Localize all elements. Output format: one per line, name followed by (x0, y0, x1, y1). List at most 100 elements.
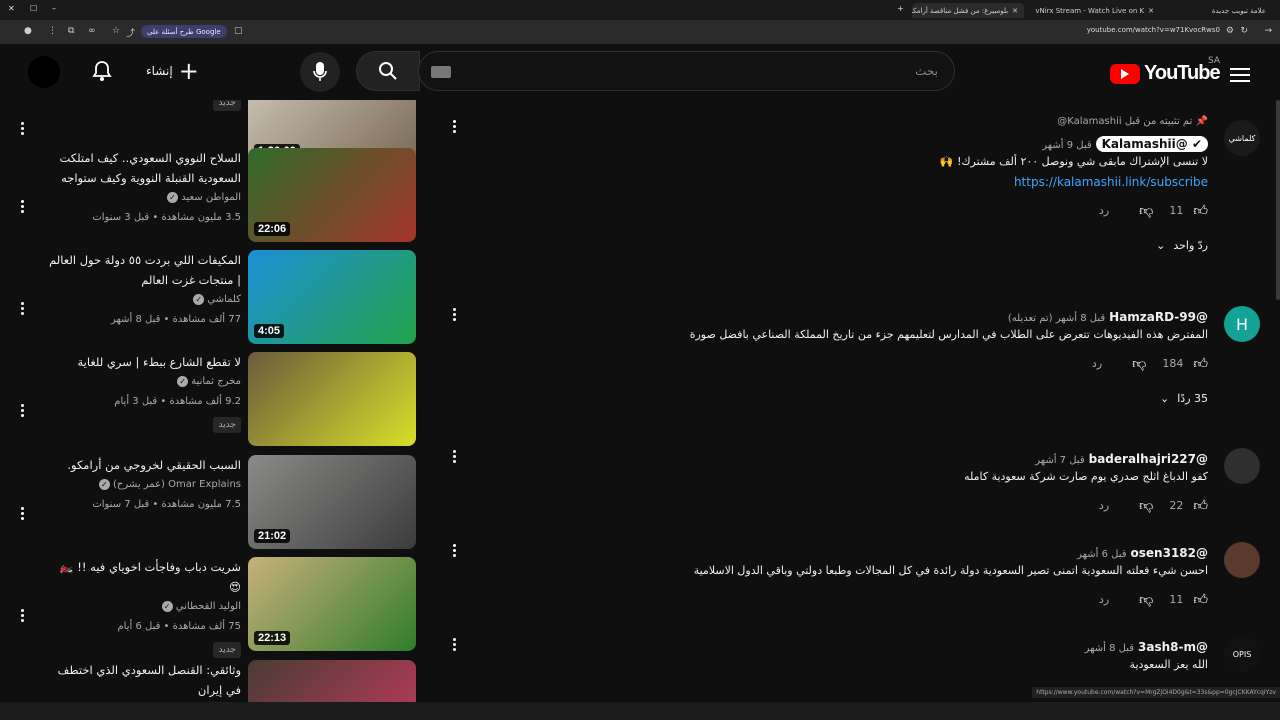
video-title[interactable]: شريت دباب وفاجأت اخوياي فيه !! 🏍️😍 (48, 557, 241, 597)
author-name[interactable]: @osen3182 (1131, 546, 1208, 560)
video-thumbnail[interactable]: 22:13 (248, 557, 416, 651)
like-icon[interactable]: 👍︎ (1193, 591, 1208, 608)
video-thumbnail[interactable]: 4:05 (248, 250, 416, 344)
close-window-icon[interactable]: ✕ (8, 4, 15, 13)
share-icon[interactable]: ⤴ (126, 26, 135, 39)
tab-kick[interactable]: ✕ vNirx Stream - Watch Live on K (1028, 3, 1160, 18)
maximize-window-icon[interactable]: ☐ (30, 4, 37, 13)
reading-icon[interactable]: ∞ (88, 26, 96, 36)
reply-button[interactable]: رد (1099, 593, 1109, 606)
list-item[interactable]: 22:06 السلاح النووي السعودي.. كيف امتلكت … (0, 148, 440, 244)
reply-button[interactable]: رد (1099, 204, 1109, 217)
video-info[interactable]: وثائقي: القنصل السعودي الذي اختطف في إير… (48, 660, 241, 700)
comment-more-icon[interactable] (450, 448, 458, 465)
author-name[interactable]: @baderalhajri227 (1089, 452, 1208, 466)
scrollbar[interactable] (1276, 100, 1280, 300)
commenter-avatar[interactable]: كلماشي (1224, 120, 1260, 156)
more-actions-icon[interactable] (18, 607, 26, 624)
comment-more-icon[interactable] (450, 542, 458, 559)
commenter-avatar[interactable] (1224, 448, 1260, 484)
author-name[interactable]: @3ash8-m (1138, 640, 1208, 654)
video-title[interactable]: المكيفات اللي بردت ٥٥ دولة حول العالم | … (48, 250, 241, 290)
search-button[interactable] (356, 51, 420, 91)
list-item[interactable]: 4:05 المكيفات اللي بردت ٥٥ دولة حول العال… (0, 250, 440, 346)
minimize-window-icon[interactable]: – (52, 4, 56, 13)
video-info[interactable]: المكيفات اللي بردت ٥٥ دولة حول العالم | … (48, 250, 241, 330)
like-icon[interactable]: 👍︎ (1193, 355, 1208, 372)
video-thumbnail[interactable] (248, 352, 416, 446)
more-actions-icon[interactable] (18, 198, 26, 215)
comment-more-icon[interactable] (450, 636, 458, 653)
list-item[interactable]: وثائقي: القنصل السعودي الذي اختطف في إير… (0, 660, 440, 702)
hamburger-menu-icon[interactable] (1230, 64, 1250, 86)
comment-more-icon[interactable] (450, 306, 458, 323)
video-title[interactable]: السلاح النووي السعودي.. كيف امتلكت السعو… (48, 148, 241, 188)
dislike-icon[interactable]: 👎︎ (1139, 202, 1153, 219)
back-icon[interactable]: → (1264, 26, 1272, 36)
notifications-bell-icon[interactable] (92, 60, 112, 86)
video-title[interactable]: السبب الحقيقي لخروجي من أرامكو. (48, 455, 241, 475)
more-actions-icon[interactable] (18, 402, 26, 419)
more-actions-icon[interactable] (18, 120, 26, 137)
video-title[interactable]: وثائقي: القنصل السعودي الذي اختطف في إير… (48, 660, 241, 700)
channel-name[interactable]: كلماشي ✓ (48, 290, 241, 310)
keyboard-icon[interactable] (431, 66, 451, 78)
more-actions-icon[interactable] (18, 505, 26, 522)
video-info[interactable]: السلاح النووي السعودي.. كيف امتلكت السعو… (48, 148, 241, 228)
video-info[interactable]: لا تقطع الشارع ببطء | سري للغاية مخرج ثما… (48, 352, 241, 433)
ask-google-chip[interactable]: طرح أسئلة على Google (141, 25, 227, 38)
list-item[interactable]: 21:02 السبب الحقيقي لخروجي من أرامكو. Omar… (0, 455, 440, 551)
comment-time[interactable]: قبل 9 أشهر (1042, 140, 1091, 151)
comment-time[interactable]: قبل 8 أشهر (تم تعديله) (1008, 313, 1105, 324)
subscribe-link[interactable]: https://kalamashii.link/subscribe (940, 172, 1208, 192)
channel-name[interactable]: الوليد القحطاني ✓ (48, 597, 241, 617)
author-name[interactable]: ✔ @Kalamashii (1095, 136, 1208, 152)
tab-new[interactable]: علامة تبويب جديدة (1164, 3, 1272, 18)
avatar[interactable] (28, 56, 60, 88)
dislike-icon[interactable]: 👎︎ (1139, 591, 1153, 608)
tab-active[interactable]: ✕ بلومبيرغ: من فشل مناقصة أرامكو (912, 3, 1024, 18)
extensions-icon[interactable]: ⧉ (68, 26, 74, 36)
new-tab-icon[interactable]: + (897, 4, 904, 13)
comment-time[interactable]: قبل 6 أشهر (1077, 549, 1126, 560)
voice-search-button[interactable] (300, 52, 340, 92)
close-tab-icon[interactable]: ✕ (1148, 7, 1154, 15)
video-info[interactable]: السبب الحقيقي لخروجي من أرامكو. Omar Expl… (48, 455, 241, 515)
create-button[interactable]: إنشاء + (146, 59, 199, 83)
menu-icon[interactable]: ⋮ (48, 26, 57, 36)
video-title[interactable]: لا تقطع الشارع ببطء | سري للغاية (48, 352, 241, 372)
video-info[interactable]: 104 مشاهدات • قبل 3 أيامجديد (48, 100, 241, 111)
video-thumbnail[interactable]: 22:06 (248, 148, 416, 242)
list-item[interactable]: 22:13 شريت دباب وفاجأت اخوياي فيه !! 🏍️😍 ا… (0, 557, 440, 658)
commenter-avatar[interactable]: H (1224, 306, 1260, 342)
youtube-logo[interactable]: YouTube SA (1110, 56, 1221, 85)
commenter-avatar[interactable] (1224, 542, 1260, 578)
channel-name[interactable]: المواطن سعيد ✓ (48, 188, 241, 208)
video-info[interactable]: شريت دباب وفاجأت اخوياي فيه !! 🏍️😍 الوليد… (48, 557, 241, 658)
dislike-icon[interactable]: 👎︎ (1139, 497, 1153, 514)
install-icon[interactable]: ▢ (234, 26, 243, 36)
video-thumbnail[interactable]: 21:02 (248, 455, 416, 549)
view-replies-button[interactable]: 35 ردًا ⌄ (690, 392, 1208, 405)
video-thumbnail[interactable] (248, 660, 416, 702)
dislike-icon[interactable]: 👎︎ (1132, 355, 1146, 372)
bookmark-star-icon[interactable]: ☆ (112, 26, 120, 36)
site-info-icon[interactable]: ⚙ (1226, 26, 1234, 36)
channel-name[interactable]: مخرج ثمانية ✓ (48, 372, 241, 392)
close-tab-icon[interactable]: ✕ (1012, 7, 1018, 15)
commenter-avatar[interactable]: OPIS (1224, 636, 1260, 672)
like-icon[interactable]: 👍︎ (1193, 202, 1208, 219)
list-item[interactable]: لا تقطع الشارع ببطء | سري للغاية مخرج ثما… (0, 352, 440, 448)
search-input[interactable]: بحث (418, 51, 955, 91)
address-bar[interactable]: youtube.com/watch?v=w71KvocRws0 (1087, 26, 1220, 34)
view-replies-button[interactable]: ردّ واحد ⌄ (940, 239, 1208, 252)
channel-name[interactable]: Omar Explains (عمر يشرح) ✓ (48, 475, 241, 495)
more-actions-icon[interactable] (18, 300, 26, 317)
comment-time[interactable]: قبل 8 أشهر (1085, 643, 1134, 654)
profile-icon[interactable]: ● (24, 26, 32, 36)
reply-button[interactable]: رد (1099, 499, 1109, 512)
comment-more-icon[interactable] (450, 118, 458, 135)
author-name[interactable]: @HamzaRD-99 (1109, 310, 1208, 324)
comment-time[interactable]: قبل 7 أشهر (1035, 455, 1084, 466)
reply-button[interactable]: رد (1092, 357, 1102, 370)
